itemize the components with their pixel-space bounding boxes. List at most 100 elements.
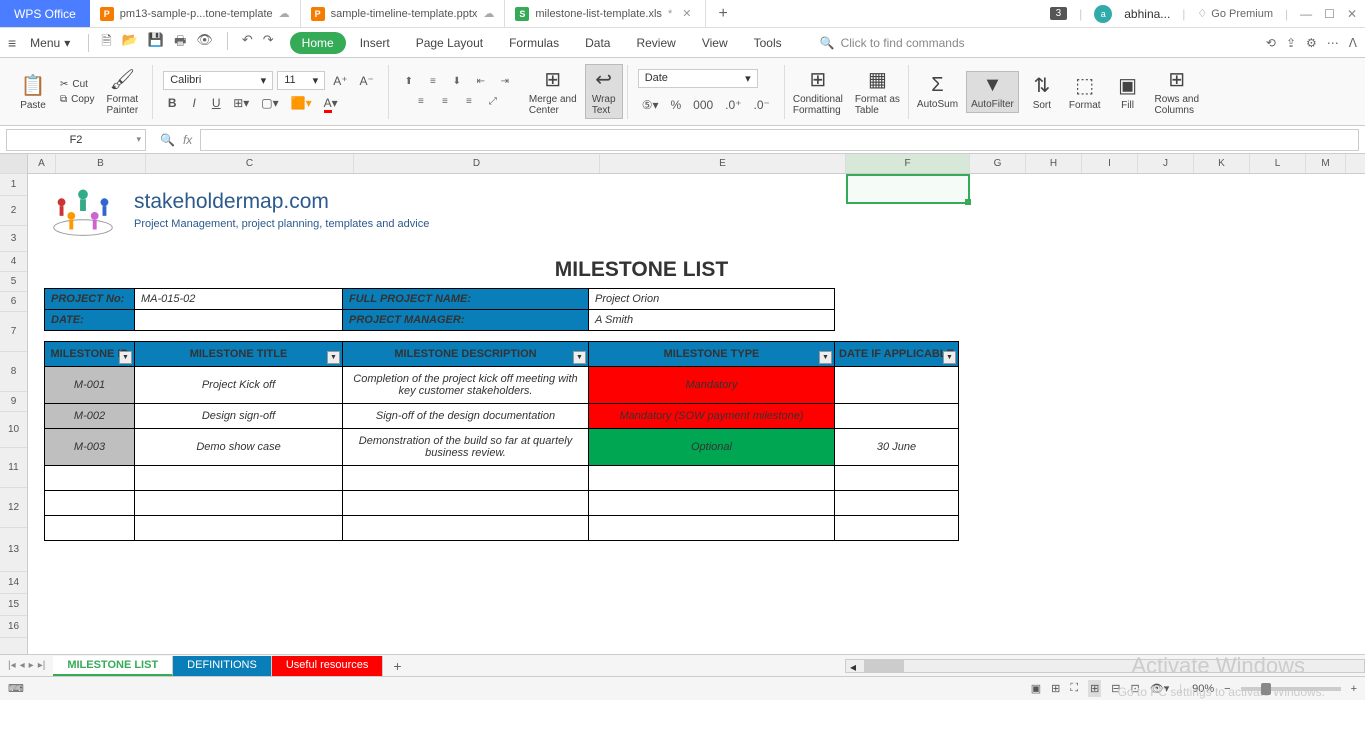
scroll-left-icon[interactable]: ◂ bbox=[846, 660, 860, 672]
print-icon[interactable]: 🖶 bbox=[174, 32, 186, 54]
format-painter-button[interactable]: 🖌Format Painter bbox=[103, 65, 143, 118]
indent-inc-button[interactable]: ⇥ bbox=[495, 74, 515, 90]
col-header-B[interactable]: B bbox=[56, 154, 146, 173]
filter-icon[interactable]: ▼ bbox=[573, 351, 586, 364]
formula-input[interactable] bbox=[200, 129, 1359, 151]
row-header-6[interactable]: 6 bbox=[0, 292, 27, 312]
redo-icon[interactable]: ↷ bbox=[263, 32, 274, 54]
menu-tab-review[interactable]: Review bbox=[624, 32, 687, 54]
col-header-H[interactable]: H bbox=[1026, 154, 1082, 173]
row-header-1[interactable]: 1 bbox=[0, 174, 27, 196]
cell-bg-button[interactable]: ▢▾ bbox=[257, 94, 282, 112]
row-header-7[interactable]: 7 bbox=[0, 312, 27, 352]
decrease-font-button[interactable]: A⁻ bbox=[356, 72, 378, 90]
copy-button[interactable]: ⧉ Copy bbox=[56, 93, 99, 106]
table-row[interactable]: M-001Project Kick offCompletion of the p… bbox=[45, 367, 959, 404]
row-header-16[interactable]: 16 bbox=[0, 616, 27, 638]
user-name[interactable]: abhina... bbox=[1124, 7, 1170, 21]
table-row[interactable] bbox=[45, 516, 959, 541]
row-header-8[interactable]: 8 bbox=[0, 352, 27, 392]
select-all-corner[interactable] bbox=[0, 154, 27, 174]
row-header-3[interactable]: 3 bbox=[0, 226, 27, 252]
collapse-icon[interactable]: ᐱ bbox=[1349, 36, 1357, 50]
number-format-select[interactable]: Date▾ bbox=[638, 69, 758, 88]
filter-icon[interactable]: ▼ bbox=[327, 351, 340, 364]
align-top-button[interactable]: ⬆ bbox=[399, 74, 419, 90]
menu-tab-page-layout[interactable]: Page Layout bbox=[404, 32, 495, 54]
add-sheet-button[interactable]: + bbox=[383, 658, 411, 674]
row-header-12[interactable]: 12 bbox=[0, 488, 27, 528]
tab-last-icon[interactable]: ▸| bbox=[38, 660, 46, 671]
name-box[interactable]: F2 bbox=[6, 129, 146, 151]
sheet-tab[interactable]: Useful resources bbox=[272, 656, 384, 676]
col-header-L[interactable]: L bbox=[1250, 154, 1306, 173]
dec-decimal-button[interactable]: .0⁻ bbox=[750, 96, 774, 114]
add-tab-button[interactable]: + bbox=[706, 0, 739, 27]
row-header-14[interactable]: 14 bbox=[0, 572, 27, 594]
col-header-J[interactable]: J bbox=[1138, 154, 1194, 173]
table-row[interactable]: M-003Demo show caseDemonstration of the … bbox=[45, 429, 959, 466]
zoom-icon[interactable]: 🔍 bbox=[160, 133, 175, 147]
ms-header[interactable]: MILESTONE ID▼ bbox=[45, 342, 135, 367]
doc-tab-0[interactable]: P pm13-sample-p...tone-template ☁ bbox=[90, 0, 301, 27]
new-icon[interactable]: 🗎 bbox=[101, 32, 111, 54]
date-value[interactable] bbox=[135, 310, 343, 331]
row-header-13[interactable]: 13 bbox=[0, 528, 27, 572]
hamburger-icon[interactable]: ≡ bbox=[8, 35, 16, 51]
more-icon[interactable]: ⋯ bbox=[1327, 36, 1339, 50]
sheet-area[interactable]: 12345678910111213141516 ABCDEFGHIJKLM st… bbox=[0, 154, 1365, 654]
zoom-slider[interactable] bbox=[1241, 687, 1341, 691]
menu-tab-insert[interactable]: Insert bbox=[348, 32, 402, 54]
format-button[interactable]: ⬚Format bbox=[1065, 71, 1105, 113]
menu-button[interactable]: Menu ▾ bbox=[24, 34, 76, 52]
sort-button[interactable]: ⇅Sort bbox=[1023, 71, 1061, 113]
zoom-percent[interactable]: 90% bbox=[1192, 683, 1214, 695]
fill-color-button[interactable]: 🟧▾ bbox=[287, 94, 316, 112]
fill-button[interactable]: ▣Fill bbox=[1109, 71, 1147, 113]
view-page-icon[interactable]: ⊞ bbox=[1051, 682, 1060, 695]
increase-font-button[interactable]: A⁺ bbox=[329, 72, 351, 90]
cut-button[interactable]: ✂ Cut bbox=[56, 78, 99, 91]
sync-icon[interactable]: ⟲ bbox=[1266, 36, 1276, 50]
view-split-icon[interactable]: ⊟ bbox=[1111, 682, 1120, 695]
save-icon[interactable]: 💾 bbox=[148, 32, 164, 54]
zoom-in-button[interactable]: + bbox=[1351, 683, 1357, 695]
doc-tab-2[interactable]: S milestone-list-template.xls * ✕ bbox=[505, 0, 706, 27]
border-button[interactable]: ⊞▾ bbox=[229, 94, 253, 112]
conditional-formatting-button[interactable]: ⊞Conditional Formatting bbox=[789, 65, 847, 118]
go-premium-button[interactable]: ♢ Go Premium bbox=[1197, 7, 1273, 20]
autofilter-button[interactable]: ▼AutoFilter bbox=[966, 71, 1019, 113]
view-fullscreen-icon[interactable]: ⛶ bbox=[1070, 682, 1078, 695]
row-header-2[interactable]: 2 bbox=[0, 196, 27, 226]
col-header-F[interactable]: F bbox=[846, 154, 970, 173]
zoom-out-button[interactable]: − bbox=[1224, 683, 1230, 695]
table-row[interactable]: M-002Design sign-offSign-off of the desi… bbox=[45, 404, 959, 429]
menu-tab-home[interactable]: Home bbox=[290, 32, 346, 54]
col-header-C[interactable]: C bbox=[146, 154, 354, 173]
filter-icon[interactable]: ▼ bbox=[819, 351, 832, 364]
undo-icon[interactable]: ↶ bbox=[242, 32, 253, 54]
autosum-button[interactable]: ΣAutoSum bbox=[913, 72, 962, 112]
menu-tab-formulas[interactable]: Formulas bbox=[497, 32, 571, 54]
menu-tab-view[interactable]: View bbox=[690, 32, 740, 54]
tab-prev-icon[interactable]: ◂ bbox=[20, 660, 25, 671]
notif-count[interactable]: 3 bbox=[1050, 7, 1068, 20]
status-icon[interactable]: ⌨ bbox=[8, 682, 24, 695]
col-header-D[interactable]: D bbox=[354, 154, 600, 173]
ms-header[interactable]: MILESTONE TITLE▼ bbox=[135, 342, 343, 367]
filter-icon[interactable]: ▼ bbox=[943, 351, 956, 364]
indent-dec-button[interactable]: ⇤ bbox=[471, 74, 491, 90]
share-icon[interactable]: ⇪ bbox=[1286, 36, 1296, 50]
open-icon[interactable]: 📂 bbox=[122, 32, 138, 54]
view-eye-icon[interactable]: 👁▾ bbox=[1150, 682, 1170, 695]
print-preview-icon[interactable]: 👁 bbox=[196, 32, 213, 54]
menu-tab-data[interactable]: Data bbox=[573, 32, 622, 54]
menu-tab-tools[interactable]: Tools bbox=[742, 32, 794, 54]
proj-name-value[interactable]: Project Orion bbox=[589, 289, 835, 310]
settings-icon[interactable]: ⚙ bbox=[1306, 36, 1317, 50]
proj-no-value[interactable]: MA-015-02 bbox=[135, 289, 343, 310]
sheet-tab[interactable]: MILESTONE LIST bbox=[53, 656, 173, 676]
fx-icon[interactable]: fx bbox=[183, 133, 192, 147]
percent-button[interactable]: % bbox=[666, 96, 685, 114]
col-header-I[interactable]: I bbox=[1082, 154, 1138, 173]
